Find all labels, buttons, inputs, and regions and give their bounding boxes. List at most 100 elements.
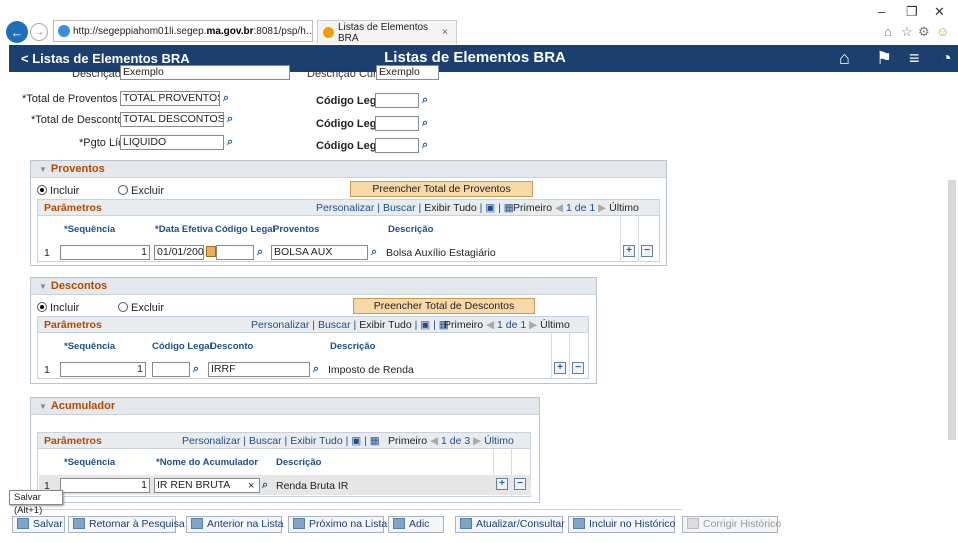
descricao-curta-input[interactable]: Exemplo (376, 65, 439, 80)
data-efetiva-input[interactable]: 01/01/2002 (154, 245, 204, 260)
navbar-compass-icon[interactable]: ◔ (941, 48, 952, 69)
lookup-search-icon[interactable]: ⌕ (422, 117, 434, 129)
primeiro-link[interactable]: Primeiro (388, 435, 427, 447)
favorites-star-icon[interactable]: ☆ (901, 24, 913, 40)
close-window-icon[interactable]: ✕ (934, 4, 945, 20)
menu-icon[interactable]: ≡ (909, 48, 920, 69)
flag-icon[interactable]: ⚑ (876, 48, 892, 69)
browser-back-button[interactable]: ← (6, 21, 28, 43)
codigo-legal-input[interactable] (216, 245, 254, 260)
lookup-search-icon[interactable]: ⌕ (313, 363, 325, 375)
buscar-link[interactable]: Buscar (383, 202, 416, 214)
collapse-triangle-icon[interactable]: ▼ (39, 165, 47, 174)
adic-button[interactable]: Adic (388, 516, 444, 533)
atualizar-consultar-button[interactable]: Atualizar/Consultar (455, 516, 565, 533)
prev-arrow-icon[interactable]: ◀ (430, 435, 438, 447)
lookup-search-icon[interactable]: ⌕ (422, 139, 434, 151)
zoom-grid-icon[interactable]: ▣ (485, 202, 495, 214)
codigo-legal-input[interactable] (152, 362, 190, 377)
sequencia-input[interactable]: 1 (60, 245, 150, 260)
anterior-lista-button[interactable]: Anterior na Lista (186, 516, 283, 533)
lookup-search-icon[interactable]: ⌕ (257, 246, 269, 258)
calendar-icon[interactable] (206, 246, 216, 257)
buscar-link[interactable]: Buscar (318, 319, 351, 331)
incluir-radio[interactable]: Incluir (37, 185, 79, 197)
salvar-button[interactable]: Salvar (12, 516, 65, 533)
total-descontos-input[interactable]: TOTAL DESCONTOS (120, 112, 224, 127)
next-arrow-icon[interactable]: ▶ (473, 435, 481, 447)
lookup-search-icon[interactable]: ⌕ (262, 479, 274, 491)
lookup-search-icon[interactable]: ⌕ (371, 246, 383, 258)
desconto-input[interactable]: IRRF (208, 362, 310, 377)
delete-row-icon[interactable]: − (514, 478, 526, 490)
incluir-radio[interactable]: Incluir (37, 302, 79, 314)
lookup-search-icon[interactable]: ⌕ (227, 136, 239, 148)
pgto-liq-input[interactable]: LIQUIDO (120, 135, 224, 150)
restore-icon[interactable]: ❐ (906, 4, 918, 20)
exibir-tudo-link[interactable]: Exibir Tudo (359, 319, 412, 331)
excluir-radio[interactable]: Excluir (118, 302, 164, 314)
codigo-legal-input[interactable] (375, 138, 419, 153)
proventos-input[interactable]: BOLSA AUX (271, 245, 368, 260)
next-arrow-icon[interactable]: ▶ (598, 202, 606, 214)
codigo-legal-input[interactable] (375, 116, 419, 131)
descontos-section-header[interactable]: ▼ Descontos (31, 278, 596, 295)
settings-gear-icon[interactable]: ⚙ (918, 24, 930, 40)
descricao-input[interactable]: Exemplo (120, 65, 290, 80)
proventos-section-header[interactable]: ▼ Proventos (31, 161, 666, 178)
incluir-historico-button[interactable]: Incluir no Histórico (568, 516, 675, 533)
sequencia-input[interactable]: 1 (60, 362, 146, 377)
col-codigo-legal: Código Legal (215, 224, 276, 235)
ultimo-link[interactable]: Último (540, 319, 570, 331)
delete-row-icon[interactable]: − (572, 362, 584, 374)
delete-row-icon[interactable]: − (641, 245, 653, 257)
tab-close-icon[interactable]: × (442, 27, 448, 38)
page-scrollbar[interactable] (948, 180, 956, 440)
personalizar-link[interactable]: Personalizar (182, 435, 240, 447)
add-row-icon[interactable]: + (554, 362, 566, 374)
lookup-search-icon[interactable]: ⌕ (193, 363, 205, 375)
personalizar-link[interactable]: Personalizar (251, 319, 309, 331)
retornar-pesquisa-button[interactable]: Retornar à Pesquisa (68, 516, 185, 533)
lookup-search-icon[interactable]: ⌕ (227, 113, 239, 125)
primeiro-link[interactable]: Primeiro (513, 202, 552, 214)
address-bar[interactable]: http://segeppiahom01li.segep.ma.gov.br:8… (53, 20, 313, 42)
grid-header: Parâmetros Personalizar | Buscar | Exibi… (38, 433, 530, 449)
smiley-icon[interactable]: ☺ (936, 24, 949, 39)
next-arrow-icon[interactable]: ▶ (529, 319, 537, 331)
prev-arrow-icon[interactable]: ◀ (486, 319, 494, 331)
buscar-link[interactable]: Buscar (249, 435, 282, 447)
lookup-search-icon[interactable]: ⌕ (223, 92, 235, 104)
primeiro-link[interactable]: Primeiro (444, 319, 483, 331)
browser-tab[interactable]: Listas de Elementos BRA × (317, 20, 457, 44)
personalizar-link[interactable]: Personalizar (316, 202, 374, 214)
browser-forward-button[interactable]: → (30, 23, 48, 41)
lookup-search-icon[interactable]: ⌕ (422, 94, 434, 106)
nome-acumulador-input[interactable]: IR REN BRUTA (154, 478, 260, 493)
collapse-triangle-icon[interactable]: ▼ (39, 282, 47, 291)
ultimo-link[interactable]: Último (609, 202, 639, 214)
exibir-tudo-link[interactable]: Exibir Tudo (290, 435, 343, 447)
total-proventos-input[interactable]: TOTAL PROVENTOS (120, 91, 220, 106)
zoom-grid-icon[interactable]: ▣ (351, 435, 361, 447)
add-row-icon[interactable]: + (496, 478, 508, 490)
clear-field-icon[interactable]: × (248, 480, 254, 492)
codigo-legal-input[interactable] (375, 93, 419, 108)
preencher-proventos-button[interactable]: Preencher Total de Proventos (350, 181, 533, 197)
zoom-grid-icon[interactable]: ▣ (420, 319, 430, 331)
home-icon[interactable]: ⌂ (884, 24, 892, 39)
minimize-icon[interactable]: – (878, 4, 885, 19)
download-excel-icon[interactable]: ▦ (370, 435, 380, 447)
exibir-tudo-link[interactable]: Exibir Tudo (424, 202, 477, 214)
preencher-descontos-button[interactable]: Preencher Total de Descontos (353, 298, 535, 314)
add-row-icon[interactable]: + (623, 245, 635, 257)
sequencia-input[interactable]: 1 (60, 478, 150, 493)
collapse-triangle-icon[interactable]: ▼ (39, 402, 47, 411)
excluir-radio[interactable]: Excluir (118, 185, 164, 197)
prev-arrow-icon[interactable]: ◀ (555, 202, 563, 214)
page-title: Listas de Elementos BRA (384, 49, 566, 66)
home-icon[interactable]: ⌂ (839, 48, 850, 69)
ultimo-link[interactable]: Último (484, 435, 514, 447)
acumulador-section-header[interactable]: ▼ Acumulador (31, 398, 539, 415)
proximo-lista-button[interactable]: Próximo na Lista (288, 516, 387, 533)
